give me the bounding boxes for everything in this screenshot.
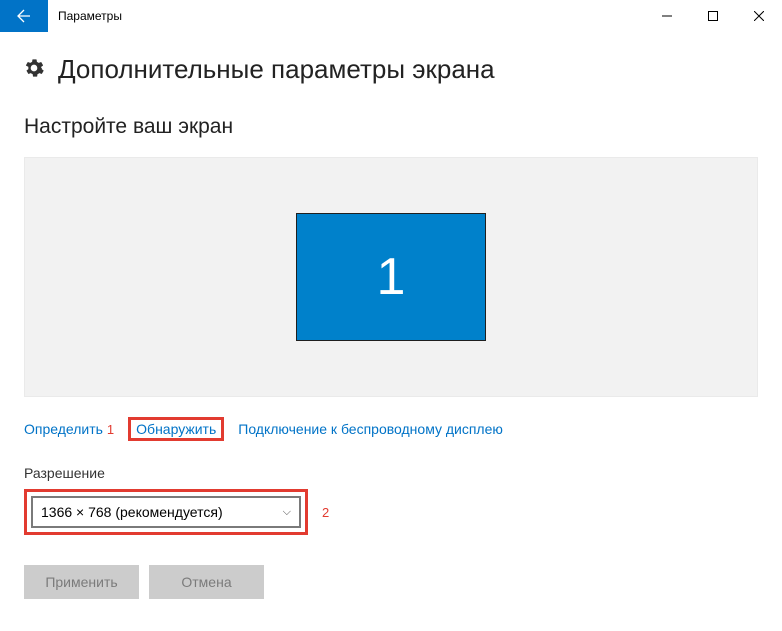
chevron-down-icon: ⌵ — [283, 506, 291, 519]
annotation-highlight-2: 1366 × 768 (рекомендуется) ⌵ — [24, 489, 308, 535]
maximize-button[interactable] — [690, 0, 736, 32]
display-links: Определить 1 Обнаружить Подключение к бе… — [24, 417, 758, 441]
titlebar: Параметры — [0, 0, 782, 32]
back-arrow-icon — [16, 8, 32, 24]
identify-link[interactable]: Определить — [24, 421, 103, 437]
resolution-label: Разрешение — [24, 465, 758, 481]
close-button[interactable] — [736, 0, 782, 32]
window-controls — [644, 0, 782, 32]
wireless-display-link[interactable]: Подключение к беспроводному дисплею — [238, 421, 503, 437]
resolution-row: 1366 × 768 (рекомендуется) ⌵ 2 — [24, 489, 758, 535]
resolution-dropdown[interactable]: 1366 × 768 (рекомендуется) ⌵ — [31, 496, 301, 528]
page-title: Дополнительные параметры экрана — [58, 54, 495, 85]
page-header: Дополнительные параметры экрана — [24, 54, 758, 85]
monitor-1[interactable]: 1 — [296, 213, 486, 341]
annotation-1: 1 — [107, 422, 114, 437]
resolution-selected-value: 1366 × 768 (рекомендуется) — [41, 504, 223, 520]
display-preview-area[interactable]: 1 — [24, 157, 758, 397]
cancel-button[interactable]: Отмена — [149, 565, 264, 599]
maximize-icon — [708, 11, 718, 21]
annotation-2: 2 — [322, 505, 329, 520]
back-button[interactable] — [0, 0, 48, 32]
window-title: Параметры — [48, 0, 644, 32]
action-buttons: Применить Отмена — [24, 565, 758, 599]
detect-link[interactable]: Обнаружить — [136, 421, 216, 437]
apply-button[interactable]: Применить — [24, 565, 139, 599]
close-icon — [754, 11, 764, 21]
gear-icon — [24, 58, 44, 81]
annotation-highlight-1: Обнаружить — [128, 417, 224, 441]
minimize-icon — [662, 11, 672, 21]
content-area: Дополнительные параметры экрана Настройт… — [0, 32, 782, 599]
section-header: Настройте ваш экран — [24, 115, 758, 139]
minimize-button[interactable] — [644, 0, 690, 32]
monitor-number: 1 — [377, 247, 406, 307]
